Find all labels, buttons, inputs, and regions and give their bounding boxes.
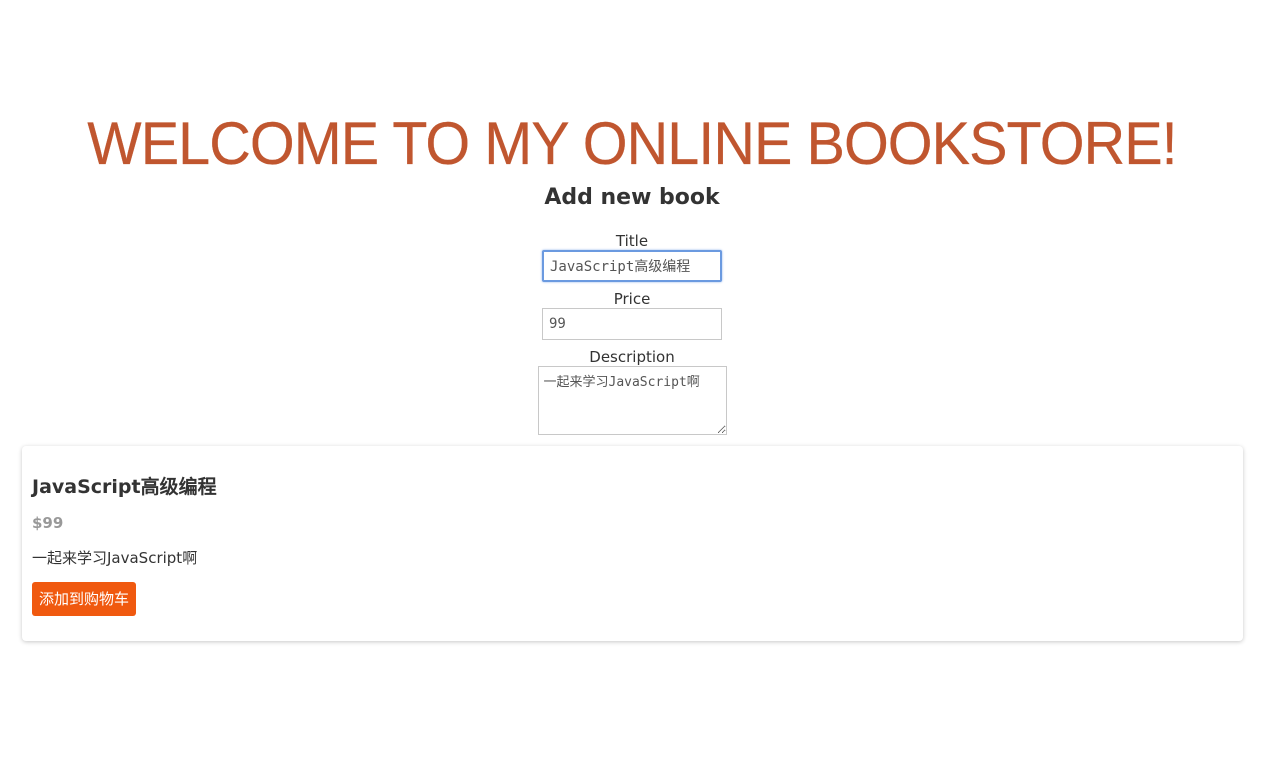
add-book-form: Add new book Title Price Description 一起来… [0,180,1264,435]
title-input[interactable] [542,250,722,282]
book-title: JavaScript高级编程 [32,476,217,498]
page: WELCOME TO MY ONLINE BOOKSTORE! Add new … [0,0,1264,778]
price-input[interactable] [542,308,722,340]
price-label: Price [613,290,651,308]
title-label: Title [615,232,649,250]
description-textarea[interactable]: 一起来学习JavaScript啊 [537,366,727,435]
welcome-banner: WELCOME TO MY ONLINE BOOKSTORE! [87,110,1178,178]
description-label: Description [589,348,675,366]
add-to-cart-button[interactable]: 添加到购物车 [32,582,137,616]
book-description: 一起来学习JavaScript啊 [32,549,198,567]
book-card: JavaScript高级编程 $99 一起来学习JavaScript啊 添加到购… [22,446,1243,641]
book-price: $99 [32,514,64,532]
form-heading: Add new book [544,185,720,210]
